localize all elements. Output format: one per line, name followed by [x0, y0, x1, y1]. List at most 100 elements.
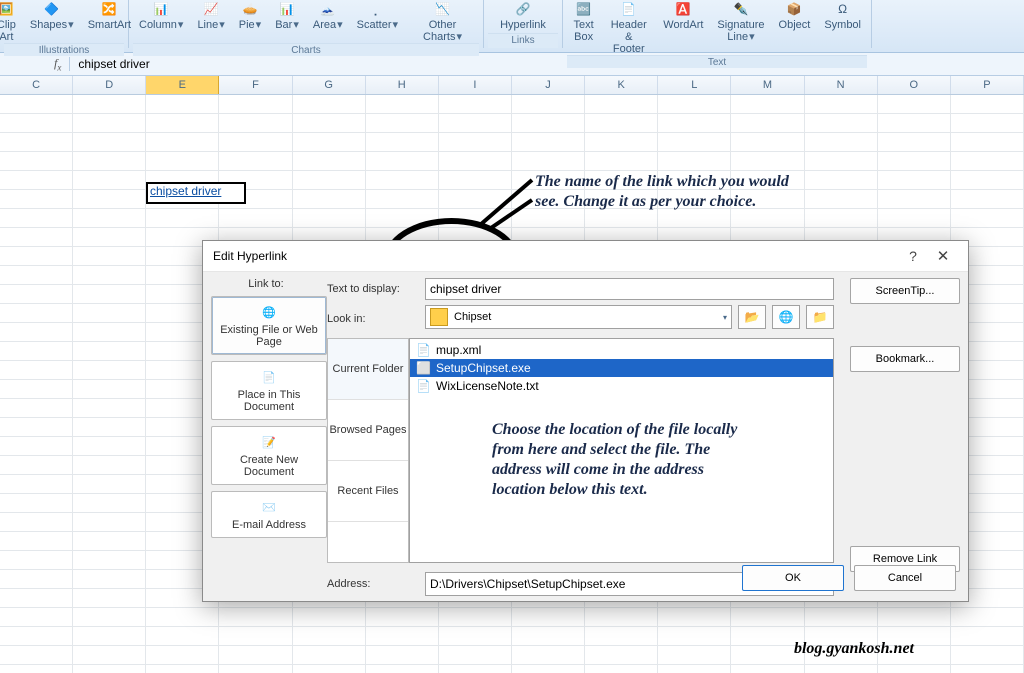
sheet-row[interactable] — [0, 133, 1024, 152]
selected-cell[interactable]: chipset driver — [148, 184, 244, 202]
sheet-row[interactable] — [0, 114, 1024, 133]
new-document-icon: 📝 — [214, 433, 324, 451]
column-header[interactable]: J — [512, 76, 585, 94]
clipart-icon: 🖼️ — [0, 0, 15, 18]
column-header[interactable]: I — [439, 76, 512, 94]
column-header[interactable]: F — [219, 76, 292, 94]
tab-current-folder[interactable]: Current Folder — [328, 339, 408, 400]
open-folder-icon: 📁 — [813, 310, 828, 324]
ribbon-item-wordart[interactable]: 🅰️WordArt — [657, 0, 709, 55]
column-chart-icon: 📊 — [152, 0, 170, 18]
link-to-email[interactable]: ✉️E-mail Address — [211, 491, 327, 538]
object-icon: 📦 — [785, 0, 803, 18]
shapes-icon: 🔷 — [43, 0, 61, 18]
link-to-place-in-document[interactable]: 📄Place in This Document — [211, 361, 327, 420]
folder-icon — [430, 308, 448, 326]
sheet-row[interactable] — [0, 95, 1024, 114]
ribbon: 🖼️Clip Art 🔷Shapes▾ 🔀SmartArt Illustrati… — [0, 0, 1024, 53]
line-chart-icon: 📈 — [202, 0, 220, 18]
column-header[interactable]: H — [366, 76, 439, 94]
ribbon-group-text: 🔤Text Box 📄Header & Footer 🅰️WordArt ✒️S… — [563, 0, 872, 48]
ribbon-group-links: 🔗Hyperlink Links — [484, 0, 563, 48]
ribbon-item-bar[interactable]: 📊Bar▾ — [269, 0, 305, 43]
ribbon-item-area[interactable]: 🗻Area▾ — [307, 0, 349, 43]
tab-browsed-pages[interactable]: Browsed Pages — [328, 400, 408, 461]
help-button[interactable]: ? — [898, 248, 928, 264]
ribbon-item-othercharts[interactable]: 📉Other Charts▾ — [406, 0, 479, 43]
file-item[interactable]: 📄mup.xml — [410, 341, 833, 359]
annotation-mid: Choose the location of the file locally … — [492, 420, 752, 500]
tab-recent-files[interactable]: Recent Files — [328, 461, 408, 522]
link-to-label: Link to: — [211, 278, 321, 290]
fx-icon[interactable]: fx — [54, 56, 61, 72]
text-to-display-input[interactable] — [425, 278, 834, 300]
ribbon-item-textbox[interactable]: 🔤Text Box — [567, 0, 600, 55]
ribbon-item-shapes[interactable]: 🔷Shapes▾ — [24, 0, 80, 43]
up-folder-button[interactable]: 📂 — [738, 305, 766, 329]
column-header[interactable]: E — [146, 76, 219, 94]
look-in-label: Look in: — [327, 313, 419, 325]
email-icon: ✉️ — [214, 498, 324, 516]
column-header[interactable]: C — [0, 76, 73, 94]
link-to-panel: Link to: 🌐Existing File or Web Page 📄Pla… — [203, 272, 327, 602]
file-item[interactable]: 📄WixLicenseNote.txt — [410, 377, 833, 395]
pie-chart-icon: 🥧 — [241, 0, 259, 18]
formula-input[interactable]: chipset driver — [69, 57, 1024, 71]
exe-icon: ⬜ — [416, 361, 430, 375]
ribbon-group-illustrations: 🖼️Clip Art 🔷Shapes▾ 🔀SmartArt Illustrati… — [0, 0, 129, 48]
browse-tabs: Current Folder Browsed Pages Recent File… — [327, 338, 409, 563]
column-header[interactable]: D — [73, 76, 146, 94]
scatter-chart-icon: ⡀ — [368, 0, 386, 18]
ribbon-group-label: Illustrations — [4, 43, 124, 56]
wordart-icon: 🅰️ — [674, 0, 692, 18]
sheet-row[interactable] — [0, 665, 1024, 673]
dialog-titlebar: Edit Hyperlink ? ✕ — [203, 241, 968, 272]
ok-button[interactable]: OK — [742, 565, 844, 591]
sheet-row[interactable] — [0, 209, 1024, 228]
column-header[interactable]: P — [951, 76, 1024, 94]
ribbon-item-hyperlink[interactable]: 🔗Hyperlink — [494, 0, 552, 31]
sheet-row[interactable] — [0, 152, 1024, 171]
ribbon-item-symbol[interactable]: ΩSymbol — [818, 0, 867, 55]
watermark: blog.gyankosh.net — [794, 640, 914, 658]
column-header[interactable]: L — [658, 76, 731, 94]
column-header[interactable]: G — [293, 76, 366, 94]
browse-web-button[interactable]: 🌐 — [772, 305, 800, 329]
formula-bar: fx chipset driver — [0, 53, 1024, 76]
column-header[interactable]: N — [805, 76, 878, 94]
symbol-icon: Ω — [834, 0, 852, 18]
column-header[interactable]: M — [731, 76, 804, 94]
link-to-existing-file[interactable]: 🌐Existing File or Web Page — [211, 296, 327, 355]
cancel-button[interactable]: Cancel — [854, 565, 956, 591]
document-icon: 📄 — [214, 368, 324, 386]
close-button[interactable]: ✕ — [928, 247, 958, 265]
ribbon-group-label: Links — [488, 33, 558, 48]
bookmark-button[interactable]: Bookmark... — [850, 346, 960, 372]
ribbon-item-object[interactable]: 📦Object — [773, 0, 817, 55]
ribbon-item-scatter[interactable]: ⡀Scatter▾ — [351, 0, 404, 43]
hyperlink-cell[interactable]: chipset driver — [148, 184, 221, 198]
file-item[interactable]: ⬜SetupChipset.exe — [410, 359, 833, 377]
column-header[interactable]: O — [878, 76, 951, 94]
ribbon-item-pie[interactable]: 🥧Pie▾ — [233, 0, 267, 43]
ribbon-item-line[interactable]: 📈Line▾ — [191, 0, 230, 43]
annotation-top: The name of the link which you would see… — [535, 172, 795, 212]
ribbon-item-clipart[interactable]: 🖼️Clip Art — [0, 0, 22, 43]
link-to-create-new[interactable]: 📝Create New Document — [211, 426, 327, 485]
column-header[interactable]: K — [585, 76, 658, 94]
screentip-button[interactable]: ScreenTip... — [850, 278, 960, 304]
ribbon-item-column[interactable]: 📊Column▾ — [133, 0, 189, 43]
ribbon-item-headerfooter[interactable]: 📄Header & Footer — [602, 0, 655, 55]
smartart-icon: 🔀 — [100, 0, 118, 18]
column-headers: CDEFGHIJKLMNOP — [0, 76, 1024, 95]
other-charts-icon: 📉 — [434, 0, 452, 18]
hyperlink-icon: 🔗 — [514, 0, 532, 18]
txt-icon: 📄 — [416, 379, 430, 393]
ribbon-group-label: Charts — [133, 43, 479, 56]
ribbon-item-signature[interactable]: ✒️Signature Line▾ — [711, 0, 770, 55]
look-in-combo[interactable]: Chipset ▾ — [425, 305, 732, 329]
sheet-row[interactable] — [0, 608, 1024, 627]
browse-file-button[interactable]: 📁 — [806, 305, 834, 329]
globe-file-icon: 🌐 — [214, 303, 324, 321]
dialog-title: Edit Hyperlink — [213, 249, 287, 263]
